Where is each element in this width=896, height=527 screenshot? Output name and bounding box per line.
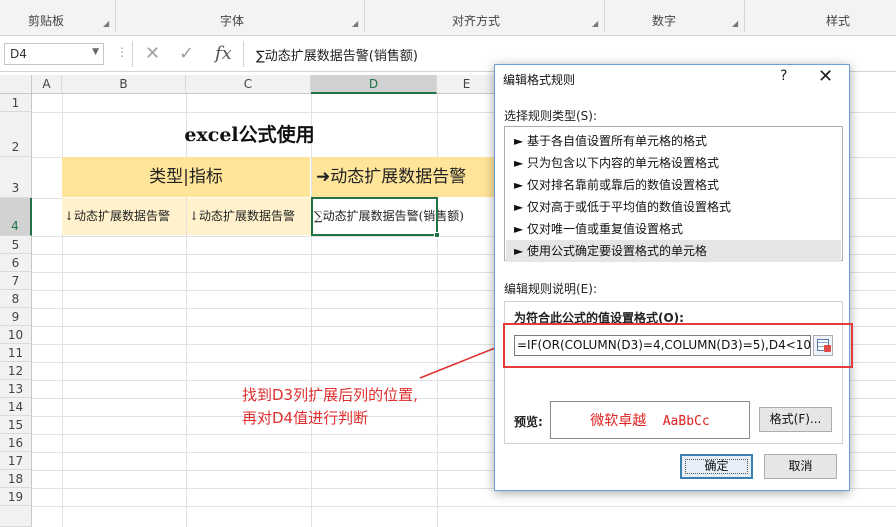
row-header[interactable]: 2: [0, 112, 32, 157]
row-header[interactable]: 12: [0, 362, 32, 380]
rule-type-item-selected[interactable]: ► 使用公式确定要设置格式的单元格: [506, 240, 841, 262]
column-header-b[interactable]: B: [62, 75, 186, 94]
dialog-title: 编辑格式规则: [503, 73, 576, 87]
row-header[interactable]: 14: [0, 398, 32, 416]
preview-text-latin: AaBbCc: [662, 414, 710, 429]
column-header-c[interactable]: C: [186, 75, 311, 94]
row-header[interactable]: 17: [0, 452, 32, 470]
number-launcher-icon[interactable]: ◢: [732, 19, 738, 28]
annotation-line-2: 再对D4值进行判断: [242, 409, 369, 427]
row-header[interactable]: 11: [0, 344, 32, 362]
chevron-down-icon[interactable]: ▼: [92, 47, 99, 57]
ribbon-group-alignment: 对齐方式: [452, 14, 501, 28]
row-header[interactable]: 7: [0, 272, 32, 290]
rule-type-item[interactable]: ► 仅对唯一值或重复值设置格式: [506, 218, 841, 240]
ribbon: 剪贴板 ◢ 字体 ◢ 对齐方式 ◢ 数字 ◢ 样式: [0, 0, 896, 36]
ribbon-group-styles: 样式: [826, 14, 851, 28]
row-header[interactable]: 9: [0, 308, 32, 326]
row-header[interactable]: 8: [0, 290, 32, 308]
row-header[interactable]: 10: [0, 326, 32, 344]
rule-type-label: 选择规则类型(S):: [504, 109, 598, 123]
format-button[interactable]: 格式(F)...: [759, 407, 832, 432]
row-header[interactable]: 3: [0, 157, 32, 198]
clipboard-launcher-icon[interactable]: ◢: [103, 19, 109, 28]
font-launcher-icon[interactable]: ◢: [352, 19, 358, 28]
column-header-e[interactable]: E: [437, 75, 497, 94]
formula-buttons: ✕ ✓ fx: [132, 41, 244, 67]
enter-icon[interactable]: ✓: [179, 43, 194, 64]
rule-type-item[interactable]: ► 仅对排名靠前或靠后的数值设置格式: [506, 174, 841, 196]
format-preview: 微软卓越 AaBbCc: [550, 401, 750, 439]
fx-icon[interactable]: fx: [215, 43, 232, 64]
row-header[interactable]: 4: [0, 198, 32, 236]
preview-text-cn: 微软卓越: [590, 413, 647, 429]
active-cell-cursor: [311, 197, 440, 238]
edit-format-rule-dialog: 编辑格式规则 ? ✕ 选择规则类型(S): ► 基于各自值设置所有单元格的格式 …: [494, 64, 853, 491]
cancel-icon[interactable]: ✕: [145, 43, 160, 64]
ribbon-group-clipboard: 剪贴板: [28, 14, 65, 28]
row-header[interactable]: 13: [0, 380, 32, 398]
cancel-button[interactable]: 取消: [764, 454, 837, 479]
row-header[interactable]: 18: [0, 470, 32, 488]
formula-input[interactable]: ∑动态扩展数据告警(销售额): [246, 43, 886, 65]
rule-type-item[interactable]: ► 仅对高于或低于平均值的数值设置格式: [506, 196, 841, 218]
name-box[interactable]: D4 ▼: [4, 43, 104, 65]
row-header[interactable]: [0, 506, 32, 527]
desc-label: 编辑规则说明(E):: [504, 282, 597, 296]
rule-type-list: ► 基于各自值设置所有单元格的格式 ► 只为包含以下内容的单元格设置格式 ► 仅…: [504, 126, 843, 262]
alignment-launcher-icon[interactable]: ◢: [592, 19, 598, 28]
row-header[interactable]: 5: [0, 236, 32, 254]
header-cell-type[interactable]: 类型|指标: [62, 157, 311, 197]
rule-type-item[interactable]: ► 基于各自值设置所有单元格的格式: [506, 130, 841, 152]
column-header-d[interactable]: D: [311, 75, 437, 94]
cell-c4[interactable]: ↓动态扩展数据告警: [187, 198, 311, 235]
row-header[interactable]: 15: [0, 416, 32, 434]
row-header[interactable]: 6: [0, 254, 32, 272]
annotation-text: 找到D3列扩展后列的位置, 再对D4值进行判断: [242, 384, 418, 430]
preview-label: 预览:: [514, 415, 543, 429]
more-icon: ⋮: [116, 45, 128, 59]
ok-button[interactable]: 确定: [680, 454, 753, 479]
cell-b4[interactable]: ↓动态扩展数据告警: [62, 198, 186, 235]
row-header[interactable]: 16: [0, 434, 32, 452]
highlight-box: [503, 323, 853, 368]
ribbon-group-font: 字体: [220, 14, 245, 28]
column-header-a[interactable]: A: [32, 75, 62, 94]
annotation-line-1: 找到D3列扩展后列的位置,: [242, 386, 418, 404]
row-header[interactable]: 1: [0, 94, 32, 112]
sheet-title[interactable]: excel公式使用: [62, 120, 437, 156]
header-cell-dynamic[interactable]: ➜动态扩展数据告警: [312, 157, 497, 197]
help-icon[interactable]: ?: [780, 68, 787, 84]
fill-handle[interactable]: [434, 232, 440, 238]
name-box-value: D4: [10, 47, 27, 61]
rule-type-item[interactable]: ► 只为包含以下内容的单元格设置格式: [506, 152, 841, 174]
ribbon-group-number: 数字: [652, 14, 677, 28]
close-icon[interactable]: ✕: [818, 66, 833, 87]
row-header[interactable]: 19: [0, 488, 32, 506]
select-all-corner[interactable]: [0, 75, 32, 94]
